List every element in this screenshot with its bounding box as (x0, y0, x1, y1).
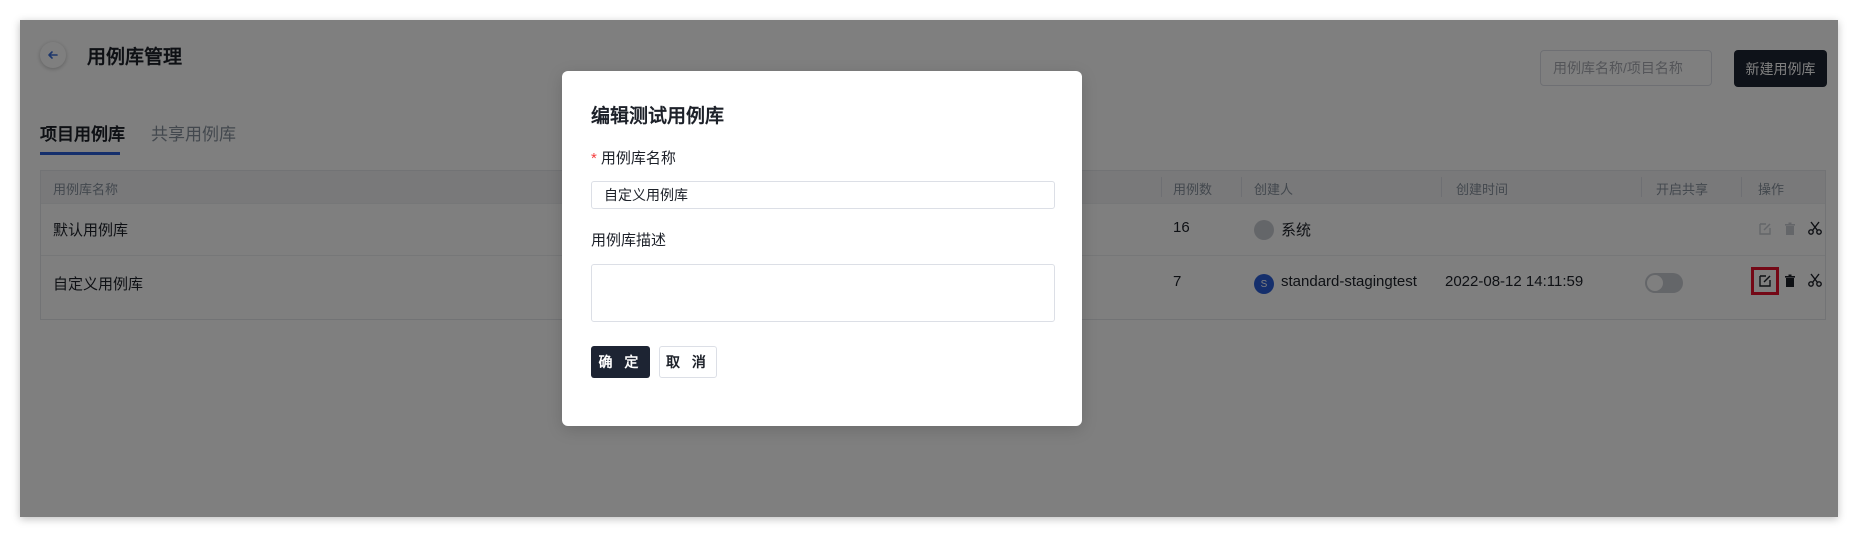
name-label-text: 用例库名称 (600, 150, 676, 167)
required-mark: * (591, 150, 597, 167)
dialog-title: 编辑测试用例库 (591, 106, 725, 127)
cancel-button[interactable]: 取 消 (659, 346, 717, 378)
description-field-label: 用例库描述 (591, 232, 667, 249)
library-description-textarea[interactable] (591, 264, 1055, 322)
app-window: 用例库管理 新建用例库 项目用例库 共享用例库 用例库名称 用例数 创建人 创建… (20, 20, 1838, 517)
library-name-input[interactable]: 自定义用例库 (591, 181, 1055, 209)
edit-library-dialog: 编辑测试用例库 * 用例库名称 自定义用例库 用例库描述 确 定 取 消 (562, 71, 1082, 426)
confirm-button[interactable]: 确 定 (591, 346, 650, 378)
name-field-label: * 用例库名称 (591, 147, 676, 168)
